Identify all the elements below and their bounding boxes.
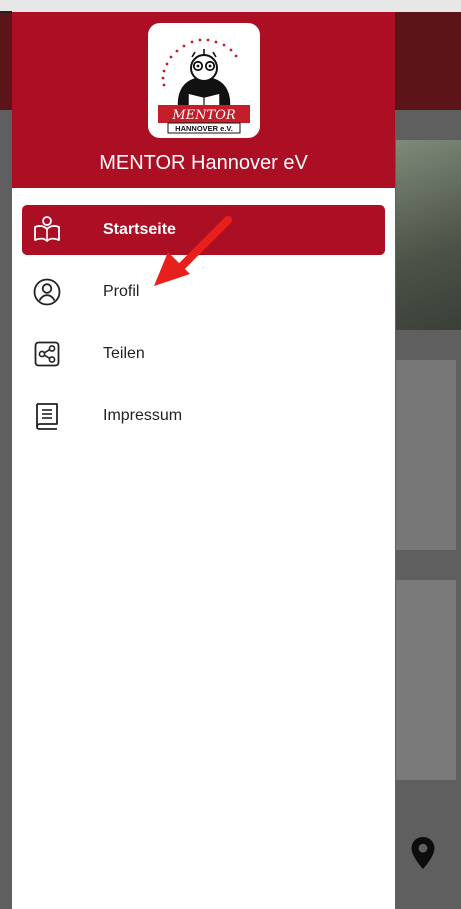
app-card xyxy=(396,580,456,780)
app-name-title: MENTOR Hannover eV xyxy=(99,152,308,174)
status-bar-divider xyxy=(0,11,12,13)
location-pin-icon[interactable] xyxy=(410,836,436,870)
app-logo: MENTOR HANNOVER e.V. xyxy=(148,23,260,138)
logo-sub-text: HANNOVER e.V. xyxy=(175,124,233,133)
app-card xyxy=(396,360,456,550)
menu-item-label: Teilen xyxy=(103,345,145,362)
navigation-drawer: MENTOR HANNOVER e.V. MENTOR Hannover eV … xyxy=(12,12,395,909)
annotation-arrow-icon xyxy=(154,216,232,286)
document-icon xyxy=(36,403,58,430)
menu-item-impressum[interactable]: Impressum xyxy=(22,391,385,441)
status-bar xyxy=(0,0,461,12)
menu-item-label: Impressum xyxy=(103,407,183,424)
menu-item-label: Profil xyxy=(103,283,140,300)
share-icon xyxy=(34,341,60,367)
logo-brand-text: MENTOR xyxy=(171,108,236,123)
book-reader-icon xyxy=(34,216,60,242)
profile-icon xyxy=(33,278,61,306)
app-hero-image xyxy=(396,140,461,330)
mentor-logo-icon: MENTOR HANNOVER e.V. xyxy=(158,38,250,134)
drawer-header: MENTOR HANNOVER e.V. MENTOR Hannover eV xyxy=(12,12,395,188)
menu-item-teilen[interactable]: Teilen xyxy=(22,329,385,379)
